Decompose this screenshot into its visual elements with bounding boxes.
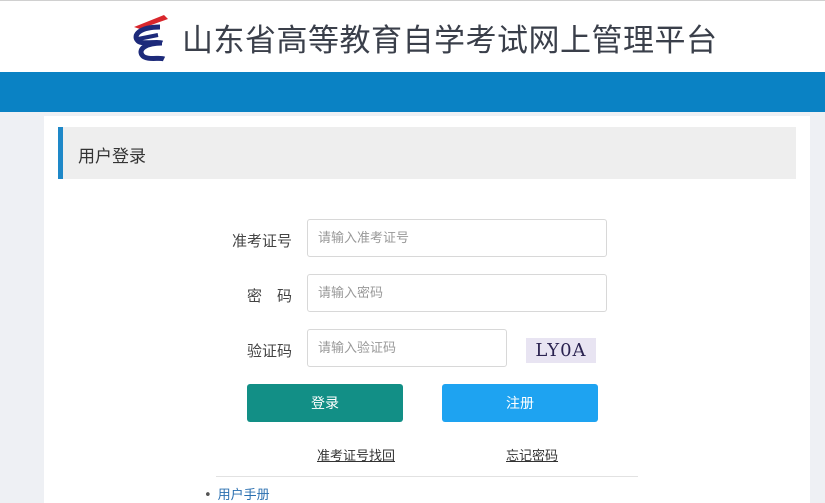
password-label: 密 码: [246, 287, 292, 305]
manual-link[interactable]: 用户手册: [218, 488, 270, 503]
forgot-password-link[interactable]: 忘记密码: [506, 445, 558, 464]
captcha-input[interactable]: [307, 329, 507, 367]
login-button[interactable]: 登录: [247, 384, 403, 422]
captcha-image[interactable]: LY0A: [526, 338, 596, 363]
exam-board-logo-icon: [133, 15, 168, 62]
exam-id-input[interactable]: [307, 219, 607, 257]
nav-bar: [0, 72, 825, 112]
register-button[interactable]: 注册: [442, 384, 598, 422]
section-title: 用户登录: [78, 147, 146, 167]
password-input[interactable]: [307, 274, 607, 312]
site-title: 山东省高等教育自学考试网上管理平台: [182, 23, 718, 59]
login-panel: 用户登录 准考证号 密 码 验证码 LY0A 登录 注册 准考证号找回 忘记密码…: [44, 116, 810, 503]
exam-id-label: 准考证号: [231, 232, 292, 250]
manual-list-item[interactable]: • 用户手册: [204, 484, 270, 503]
captcha-label: 验证码: [246, 342, 292, 360]
site-header: 山东省高等教育自学考试网上管理平台: [0, 0, 825, 73]
divider: [216, 476, 638, 477]
bullet-icon: •: [204, 488, 212, 503]
recover-exam-id-link[interactable]: 准考证号找回: [317, 445, 395, 464]
section-header: 用户登录: [58, 127, 796, 179]
